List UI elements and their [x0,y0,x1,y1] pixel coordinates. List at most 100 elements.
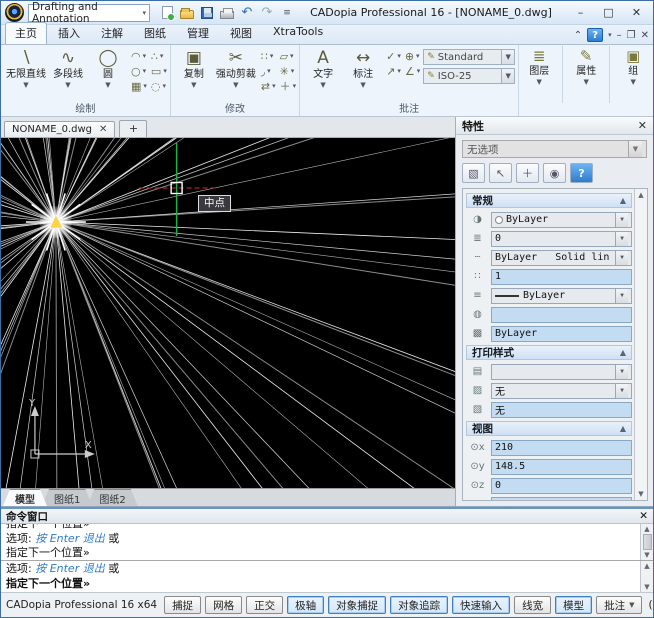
property-value-center-y[interactable]: 148.5 [491,459,632,475]
hatch-icon[interactable]: ▦▾ [131,79,147,94]
ribbon-button-0[interactable]: ≣图层▼ [522,46,556,87]
spellcheck-icon[interactable]: ✓▾ [386,49,401,64]
ribbon-tab-5[interactable]: 视图 [220,22,262,44]
menu-icon[interactable]: ≡ [280,5,294,21]
close-button[interactable]: ✕ [624,4,649,21]
undo-icon[interactable]: ↶ [240,5,254,21]
rectangle-icon[interactable]: ▭▾ [151,64,167,79]
chevron-down-icon[interactable]: ▼ [501,69,514,83]
section-header-2[interactable]: 视图▲ [466,421,632,436]
status-toggle-4[interactable]: 对象捕捉 [328,596,386,614]
new-icon[interactable] [160,5,174,21]
chevron-down-icon[interactable]: ▼ [615,251,628,265]
command-prompt-scrollbar[interactable]: ▲ ▼ [640,561,653,592]
quick-select-button[interactable]: ▧ [462,163,485,183]
new-document-tab-button[interactable]: + [119,120,147,137]
status-toggle-8[interactable]: 模型 [555,596,592,614]
section-header-1[interactable]: 打印样式▲ [466,345,632,360]
modify-tool-0[interactable]: ▣复制▼ [174,46,214,91]
property-value-plot-style[interactable]: 无▼ [491,383,632,399]
status-toggle-3[interactable]: 极轴 [287,596,324,614]
app-menu-logo-icon[interactable] [5,3,24,22]
color-wheel-button[interactable]: ◉ [543,163,566,183]
help-button[interactable]: ? [570,163,593,183]
chevron-down-icon[interactable]: ▼ [191,81,196,90]
maximize-button[interactable]: □ [596,4,621,21]
toggle-pickadd-button[interactable]: ＋ [516,163,539,183]
property-value-linetype-scale[interactable]: 1 [491,269,632,285]
chevron-down-icon[interactable]: ▼ [23,81,28,90]
property-value-color[interactable]: ByLayer▼ [491,212,632,228]
property-value-plot-table-attached[interactable]: 无 [491,402,632,418]
chevron-down-icon[interactable]: ▼ [615,384,628,398]
section-header-0[interactable]: 常规▲ [466,193,632,208]
erase-icon[interactable]: ▱▾ [280,49,297,64]
chevron-down-icon[interactable]: ▼ [628,141,642,157]
chevron-down-icon[interactable]: ▼ [501,50,514,64]
angle-icon[interactable]: ∠▾ [405,64,420,79]
cloud-icon[interactable]: ◌▾ [151,79,167,94]
selection-dropdown[interactable]: 无选项 ▼ [462,140,647,158]
scroll-down-icon[interactable]: ▼ [644,583,649,591]
help-chevron-icon[interactable]: ▾ [608,31,612,39]
chevron-down-icon[interactable]: ▼ [615,213,628,227]
chevron-down-icon[interactable]: ▼ [360,81,365,90]
ribbon-tab-6[interactable]: XtraTools [263,22,333,44]
annotate-tool-1[interactable]: ↔标注▼ [343,46,383,91]
stretch-icon[interactable]: ＋▾ [280,79,297,94]
status-toggle-2[interactable]: 正交 [246,596,283,614]
text-style-dropdown[interactable]: ✎ Standard ▼ [423,49,515,65]
command-prompt[interactable]: 选项: 按 Enter 退出 或指定下一个位置» ▲ ▼ [1,561,653,592]
property-value-lineweight[interactable]: ByLayer▼ [491,288,632,304]
help-button[interactable]: ? [587,28,603,42]
collapse-icon[interactable]: ▲ [620,196,626,205]
layout-tab-0[interactable]: 模型 [3,489,47,506]
point-icon[interactable]: ∴▾ [151,49,167,64]
chevron-down-icon[interactable]: ▼ [65,81,70,90]
annotation-scale-dropdown[interactable]: 批注 ▼ [596,596,642,614]
command-window-close-icon[interactable]: ✕ [639,510,648,522]
property-value-linetype[interactable]: ByLayer Solid lin▼ [491,250,632,266]
chevron-down-icon[interactable]: ▼ [615,232,628,246]
ribbon-tab-0[interactable]: 主页 [5,22,47,44]
chevron-down-icon[interactable]: ▼ [320,81,325,90]
property-value-transparency[interactable]: ByLayer [491,326,632,342]
annotate-tool-0[interactable]: A文字▼ [303,46,343,91]
scrollbar-thumb[interactable] [643,534,652,550]
draw-tool-0[interactable]: ∖无限直线▼ [4,46,48,91]
leader-icon[interactable]: ↗▾ [386,64,401,79]
chevron-down-icon[interactable]: ▼ [615,365,628,379]
chevron-down-icon[interactable]: ▼ [233,81,238,90]
chevron-down-icon[interactable]: ▼ [584,78,589,87]
property-value-hyperlink[interactable] [491,307,632,323]
layout-tab-2[interactable]: 图纸2 [87,489,137,506]
property-value-center-x[interactable]: 210 [491,440,632,456]
minimize-ribbon-icon[interactable]: ⌃ [574,30,582,41]
open-icon[interactable] [180,5,194,21]
status-toggle-7[interactable]: 线宽 [514,596,551,614]
offset-icon[interactable]: ⇄▾ [261,79,276,94]
status-toggle-6[interactable]: 快速输入 [452,596,510,614]
scroll-up-icon[interactable]: ▲ [644,562,649,570]
ribbon-tab-4[interactable]: 管理 [177,22,219,44]
print-icon[interactable] [220,5,234,21]
document-tab[interactable]: NONAME_0.dwg ✕ [4,121,115,137]
ribbon-tab-1[interactable]: 插入 [48,22,90,44]
chevron-down-icon[interactable]: ▼ [105,81,110,90]
doc-close-icon[interactable]: ✕ [641,30,649,41]
minimize-button[interactable]: – [568,4,593,21]
arc-icon[interactable]: ◠▾ [131,49,147,64]
property-value-center-z[interactable]: 0 [491,478,632,494]
chevron-down-icon[interactable]: ▼ [615,289,628,303]
draw-tool-2[interactable]: ◯圆▼ [88,46,128,91]
workspace-dropdown[interactable]: Drafting and Annotation ▾ [28,4,150,22]
fillet-icon[interactable]: ◞▾ [261,64,276,79]
explode-icon[interactable]: ✳▾ [280,64,297,79]
properties-scrollbar[interactable]: ▲ ▼ [634,189,647,500]
chevron-down-icon[interactable]: ▼ [631,78,636,87]
property-value-plot-style-table[interactable]: ▼ [491,364,632,380]
command-option-link[interactable]: 按 Enter 退出 [35,562,105,575]
doc-restore-icon[interactable]: ❐ [627,30,636,41]
status-toggle-5[interactable]: 对象追踪 [390,596,448,614]
select-objects-button[interactable]: ↖ [489,163,512,183]
